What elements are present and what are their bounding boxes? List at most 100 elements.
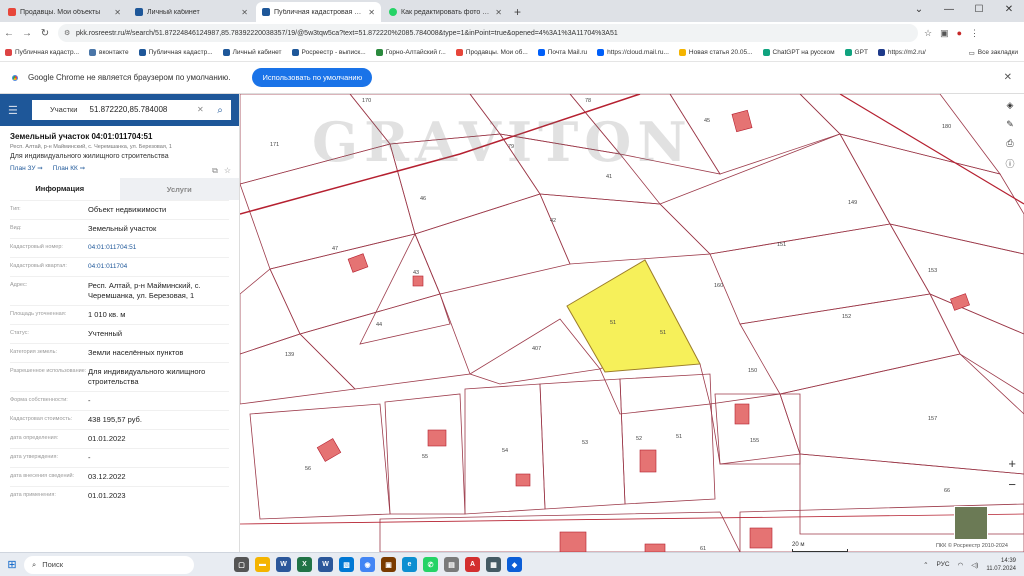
search-icon[interactable]: ⌕ [209, 100, 231, 120]
photos-icon[interactable]: ▧ [339, 557, 354, 572]
basemap-switcher[interactable] [954, 506, 988, 540]
parcel-label-150: 150 [748, 368, 757, 374]
bookmark-item[interactable]: https://m2.ru/ [873, 49, 931, 56]
tab-close-icon[interactable]: ✕ [368, 8, 375, 17]
extensions-icon[interactable]: ▣ [940, 28, 949, 39]
clear-icon[interactable]: ✕ [197, 100, 209, 120]
app-icon[interactable]: ▣ [381, 557, 396, 572]
parcel-label-170: 170 [362, 98, 371, 104]
volume-icon[interactable]: ◁) [971, 561, 978, 569]
bookmark-item[interactable]: Личный кабинет [218, 49, 287, 56]
tab-close-icon[interactable]: ✕ [241, 8, 248, 17]
tab-whatsapp[interactable]: Как редактировать фото и вы... ✕ [383, 2, 508, 22]
cadastral-quarter-link[interactable]: 04:01:011704 [88, 262, 229, 272]
search-type-select[interactable]: Участки [32, 100, 84, 120]
chrome-icon[interactable]: ◉ [360, 557, 375, 572]
cadastral-map[interactable]: 170 78 171 79 45 180 41 46 42 149 47 43 … [240, 94, 1024, 552]
property-row: Вид: Земельный участок [10, 219, 229, 238]
whatsapp-icon[interactable]: ✆ [423, 557, 438, 572]
search-bar: ☰ Участки 51.872220,85.784008 ✕ ⌕ ‹ [0, 94, 239, 126]
file-explorer-icon[interactable]: ▬ [255, 557, 270, 572]
all-bookmarks[interactable]: ▭ Все закладки [969, 49, 1018, 57]
plan-kk-link[interactable]: План КК ⇒ [53, 164, 85, 172]
wifi-icon[interactable]: ◠ [958, 561, 964, 569]
bookmark-item[interactable]: GPT [840, 49, 873, 56]
menu-icon[interactable]: ☰ [8, 104, 24, 117]
pencil-icon[interactable]: ✎ [1006, 119, 1014, 130]
close-icon[interactable]: ✕ [1004, 72, 1012, 83]
bookmark-star-icon[interactable]: ☆ [924, 28, 932, 39]
bookmark-item[interactable]: https://cloud.mail.ru... [592, 49, 674, 56]
new-tab-icon[interactable]: + [514, 5, 521, 19]
bookmark-label: Продавцы. Мои об... [465, 49, 528, 56]
app-icon[interactable]: ◆ [507, 557, 522, 572]
app-icon[interactable]: ▦ [486, 557, 501, 572]
property-value: - [88, 453, 91, 462]
print-icon[interactable]: ⎙ [1006, 138, 1013, 149]
maximize-icon[interactable]: ☐ [964, 0, 994, 22]
tab-search-icon[interactable]: ⌄ [904, 0, 934, 22]
zoom-out-icon[interactable]: − [1008, 477, 1016, 492]
bookmark-label: Почта Mail.ru [547, 49, 588, 56]
minimize-icon[interactable]: — [934, 0, 964, 22]
bookmark-item[interactable]: Новая статья 20.05... [674, 49, 758, 56]
zoom-in-icon[interactable]: + [1008, 456, 1016, 471]
tab-close-icon[interactable]: ✕ [114, 8, 121, 17]
tray-chevron-icon[interactable]: ⌃ [923, 561, 928, 569]
menu-icon[interactable]: ⋮ [970, 28, 979, 39]
site-info-icon[interactable]: ⚙ [64, 29, 72, 37]
taskbar-search[interactable]: ⌕ Поиск [24, 555, 194, 574]
clock[interactable]: 14:39 11.07.2024 [986, 557, 1016, 573]
parcel-label-155: 155 [750, 438, 759, 444]
bookmark-item[interactable]: Росреестр - выписк... [287, 49, 371, 56]
parcel-label-55: 55 [422, 454, 428, 460]
url-bar[interactable]: ⚙ pkk.rosreestr.ru/#/search/51.872248461… [58, 24, 918, 42]
bookmark-item[interactable]: Публичная кадастр... [134, 49, 218, 56]
forward-icon[interactable]: → [18, 28, 36, 39]
tab-cadastral-map[interactable]: Публичная кадастровая карта ✕ [256, 2, 381, 22]
bookmark-item[interactable]: Горно-Алтайский г... [371, 49, 451, 56]
bookmark-label: вконтакте [99, 49, 129, 56]
layers-icon[interactable]: ◈ [1007, 100, 1014, 111]
bookmark-label: https://m2.ru/ [887, 49, 926, 56]
windows-start-icon[interactable]: ⊞ [0, 558, 24, 571]
bookmark-item[interactable]: вконтакте [84, 49, 134, 56]
parcel-label-152: 152 [842, 314, 851, 320]
excel-icon[interactable]: X [297, 557, 312, 572]
selected-parcel[interactable] [566, 259, 701, 373]
bookmark-item[interactable]: ChatGPT на русском [758, 49, 840, 56]
word-icon[interactable]: W [276, 557, 291, 572]
back-icon[interactable]: ← [0, 28, 18, 39]
task-view-icon[interactable]: ▢ [234, 557, 249, 572]
cadastral-number-link[interactable]: 04:01:011704:51 [88, 243, 229, 253]
set-default-button[interactable]: Использовать по умолчанию [252, 68, 373, 87]
tab-information[interactable]: Информация [0, 178, 120, 200]
property-row: Статус: Учтенный [10, 324, 229, 343]
tab-services[interactable]: Услуги [119, 178, 239, 200]
info-icon[interactable]: ⓘ [1005, 157, 1014, 170]
word-icon[interactable]: W [318, 557, 333, 572]
tab-cabinet[interactable]: Личный кабинет ✕ [129, 2, 254, 22]
app-icon[interactable]: ▤ [444, 557, 459, 572]
property-key: Площадь уточненная: [10, 311, 67, 317]
search-input[interactable]: 51.872220,85.784008 ✕ [83, 100, 209, 120]
bookmark-label: Росреестр - выписк... [301, 49, 366, 56]
property-row: дата применения: 01.01.2023 [10, 486, 229, 505]
tab-sellers[interactable]: Продавцы. Мои объекты ✕ [2, 2, 127, 22]
share-icon[interactable]: ⧉ [212, 166, 218, 176]
bookmark-item[interactable]: Почта Mail.ru [533, 49, 592, 56]
language-indicator[interactable]: РУС [937, 561, 950, 568]
favorite-star-icon[interactable]: ☆ [224, 166, 231, 176]
profile-icon[interactable]: ● [957, 28, 962, 38]
info-panel: ☰ Участки 51.872220,85.784008 ✕ ⌕ ‹ Земе… [0, 94, 240, 552]
tab-close-icon[interactable]: ✕ [495, 8, 502, 17]
edge-icon[interactable]: e [402, 557, 417, 572]
plan-zu-link[interactable]: План ЗУ ⇒ [10, 164, 43, 172]
bookmark-item[interactable]: Продавцы. Мои об... [451, 49, 533, 56]
bookmark-item[interactable]: Публичная кадастр... [0, 49, 84, 56]
close-window-icon[interactable]: ✕ [994, 0, 1024, 22]
bookmarks-bar: Публичная кадастр... вконтакте Публичная… [0, 44, 1024, 62]
parcel-label-53: 53 [582, 440, 588, 446]
pdf-icon[interactable]: A [465, 557, 480, 572]
reload-icon[interactable]: ↻ [36, 28, 54, 39]
